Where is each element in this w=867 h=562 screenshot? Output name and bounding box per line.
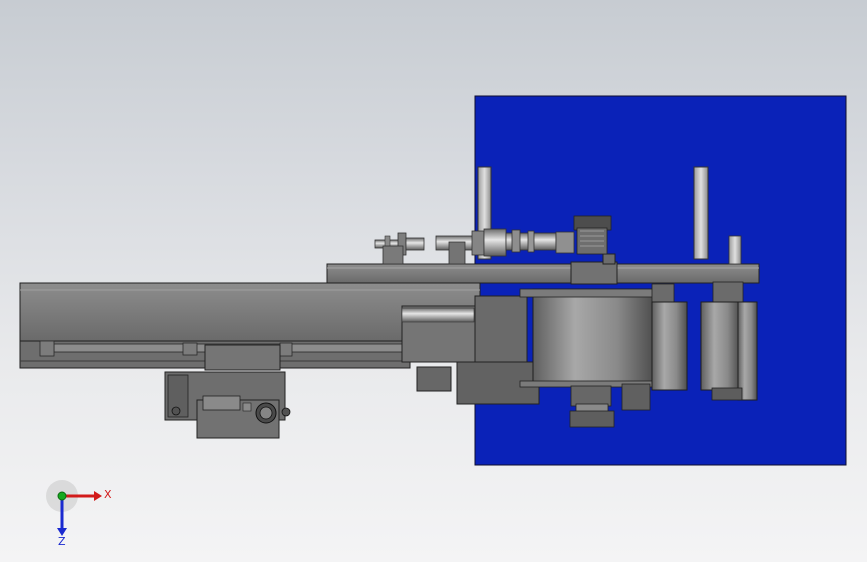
right-guide-post[interactable] — [693, 166, 709, 260]
coordinate-triad: X Z — [40, 478, 120, 548]
y-axis-dot — [57, 491, 67, 501]
servo-motor[interactable] — [401, 295, 540, 405]
x-axis-label: X — [104, 488, 112, 501]
cad-viewport[interactable]: X Z — [0, 0, 867, 562]
upper-bracket-bar[interactable] — [326, 263, 760, 284]
z-axis-label: Z — [58, 535, 66, 548]
assembly-model[interactable] — [0, 0, 867, 562]
